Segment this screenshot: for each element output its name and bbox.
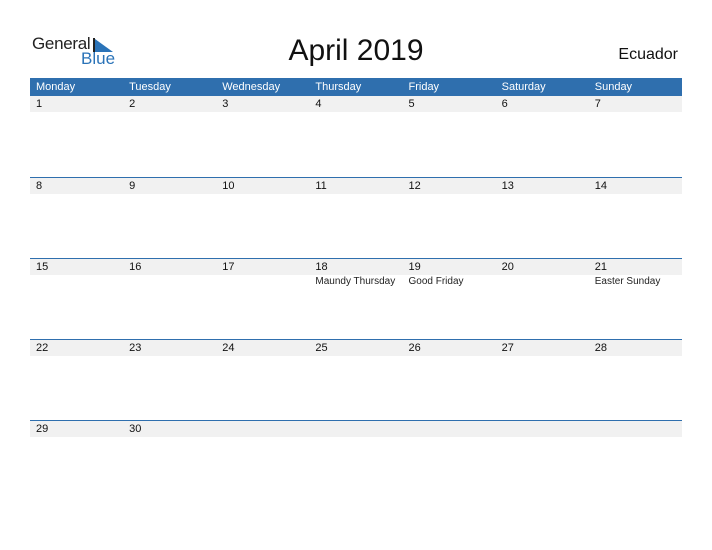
day-number[interactable]: 18 (309, 259, 402, 275)
day-number[interactable]: 6 (496, 96, 589, 112)
day-number[interactable]: 13 (496, 178, 589, 194)
holiday-label (30, 275, 123, 289)
day-number[interactable]: 15 (30, 259, 123, 275)
day-number[interactable]: 16 (123, 259, 216, 275)
calendar-week: 15 16 17 18 19 20 21 Maundy Thursday Good Friday… (30, 258, 682, 339)
day-number (496, 421, 589, 437)
day-number[interactable]: 3 (216, 96, 309, 112)
day-number-strip: 8 9 10 11 12 13 14 (30, 178, 682, 194)
holiday-label: Easter Sunday (594, 276, 661, 287)
holiday-label: Good Friday (408, 276, 464, 287)
calendar-week: 29 30 (30, 420, 682, 501)
holiday-label (216, 275, 309, 289)
day-number[interactable]: 2 (123, 96, 216, 112)
weekday-sunday: Sunday (594, 81, 633, 93)
day-number[interactable]: 23 (123, 340, 216, 356)
day-number[interactable]: 9 (123, 178, 216, 194)
day-number-strip: 22 23 24 25 26 27 28 (30, 340, 682, 356)
day-number[interactable]: 25 (309, 340, 402, 356)
calendar-week: 1234567 (30, 96, 682, 177)
day-number-strip: 29 30 (30, 421, 682, 437)
day-number[interactable]: 17 (216, 259, 309, 275)
day-number[interactable]: 27 (496, 340, 589, 356)
calendar-week: 22 23 24 25 26 27 28 (30, 339, 682, 420)
day-number[interactable]: 7 (589, 96, 682, 112)
day-number[interactable]: 10 (216, 178, 309, 194)
weekday-header: Monday Tuesday Wednesday Thursday Friday Satu… (30, 78, 682, 96)
day-number[interactable]: 21 (589, 259, 682, 275)
day-number[interactable]: 8 (30, 178, 123, 194)
day-number[interactable]: 24 (216, 340, 309, 356)
day-number[interactable]: 12 (403, 178, 496, 194)
day-number[interactable]: 4 (309, 96, 402, 112)
calendar-weeks: 1 2 3 4 5 6 7 8 9 10 11 12 13 14 15 16 17 18 19 20 21 Maundy … (30, 96, 682, 501)
weekday-friday: Friday (408, 81, 440, 93)
weekday-saturday: Saturday (501, 81, 546, 93)
page-title: April 2019 (288, 34, 424, 67)
weekday-wednesday: Wednesday (222, 81, 281, 93)
day-number[interactable]: 30 (123, 421, 216, 437)
day-number[interactable]: 19 (403, 259, 496, 275)
weekday-monday: Monday (36, 81, 76, 93)
day-number (589, 421, 682, 437)
day-number[interactable]: 20 (496, 259, 589, 275)
holiday-label: Maundy Thursday (315, 276, 396, 287)
day-number-strip: 15 16 17 18 19 20 21 (30, 259, 682, 275)
day-number[interactable]: 14 (589, 178, 682, 194)
day-number[interactable]: 1 (30, 96, 123, 112)
day-number-strip: 1234567 (30, 96, 682, 112)
calendar-grid: Monday Tuesday Wednesday Thursday Friday Satu… (30, 78, 682, 501)
day-number[interactable]: 28 (589, 340, 682, 356)
day-number[interactable]: 26 (403, 340, 496, 356)
day-number[interactable]: 11 (309, 178, 402, 194)
country-label: Ecuador (618, 46, 678, 63)
holiday-label (496, 275, 589, 289)
holiday-label (123, 275, 216, 289)
day-number (403, 421, 496, 437)
weekday-thursday: Thursday (315, 81, 362, 93)
day-number (309, 421, 402, 437)
day-number[interactable]: 22 (30, 340, 123, 356)
day-number (216, 421, 309, 437)
day-number[interactable]: 5 (403, 96, 496, 112)
calendar-week: 8 9 10 11 12 13 14 (30, 177, 682, 258)
weekday-tuesday: Tuesday (129, 81, 171, 93)
day-number[interactable]: 29 (30, 421, 123, 437)
